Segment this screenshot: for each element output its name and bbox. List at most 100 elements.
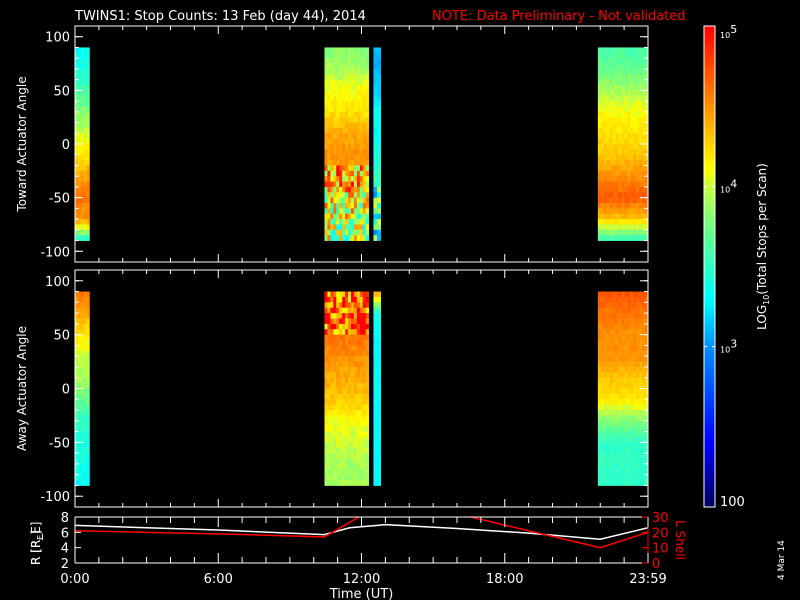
- heatmap-cell: [86, 176, 90, 182]
- heatmap-cell: [333, 458, 337, 465]
- heatmap-cell: [359, 127, 364, 134]
- heatmap-cell: [639, 117, 643, 123]
- heatmap-cell: [597, 318, 602, 325]
- colorbar-swatch: [704, 498, 715, 504]
- y-tick-label: 6: [61, 526, 69, 541]
- heatmap-cell: [351, 235, 355, 241]
- heatmap-cell: [359, 447, 364, 454]
- heatmap-cell: [345, 291, 349, 298]
- heatmap-cell: [345, 302, 349, 309]
- heatmap-cell: [77, 313, 82, 319]
- heatmap-cell: [606, 356, 611, 362]
- heatmap-cell: [342, 463, 346, 470]
- heatmap-cell: [336, 474, 340, 481]
- heatmap-cell: [348, 219, 352, 225]
- colorbar-tick-exponent: 4: [730, 177, 737, 190]
- heatmap-cell: [324, 307, 328, 314]
- heatmap-cell: [83, 144, 87, 150]
- heatmap-cell: [597, 361, 602, 368]
- heatmap-cell: [348, 453, 352, 459]
- heatmap-cell: [86, 68, 90, 75]
- colorbar-swatch: [704, 410, 715, 416]
- heatmap-cell: [639, 52, 643, 59]
- y-tick-label: 0: [62, 138, 70, 153]
- heatmap-cell: [83, 383, 87, 389]
- heatmap-cell: [600, 127, 605, 134]
- heatmap-cell: [603, 101, 608, 107]
- heatmap-cell: [356, 186, 361, 193]
- heatmap-cell: [359, 85, 364, 91]
- heatmap-cell: [615, 52, 619, 59]
- heatmap-cell: [348, 302, 352, 309]
- heatmap-cell: [345, 101, 349, 107]
- heatmap-cell: [600, 372, 605, 379]
- heatmap-cell: [365, 219, 370, 225]
- heatmap-cell: [80, 63, 84, 70]
- heatmap-cell: [324, 149, 328, 156]
- heatmap-cell: [630, 345, 634, 352]
- heatmap-cell: [333, 318, 337, 325]
- heatmap-cell: [86, 160, 90, 166]
- heatmap-cell: [615, 307, 619, 314]
- colorbar-swatch: [704, 46, 715, 51]
- heatmap-cell: [359, 154, 364, 161]
- heatmap-cell: [348, 431, 352, 438]
- heatmap-cell: [633, 458, 637, 465]
- heatmap-cell: [356, 458, 361, 465]
- heatmap-cell: [633, 474, 637, 481]
- heatmap-cell: [621, 415, 625, 422]
- heatmap-cell: [600, 154, 605, 161]
- heatmap-cell: [362, 436, 367, 443]
- heatmap-cell: [77, 219, 82, 225]
- heatmap-cell: [333, 480, 337, 486]
- heatmap-cell: [336, 186, 340, 193]
- heatmap-cell: [353, 329, 358, 336]
- preliminary-note: NOTE: Data Preliminary - Not validated: [432, 9, 686, 24]
- heatmap-cell: [615, 106, 619, 113]
- heatmap-cell: [348, 52, 352, 59]
- heatmap-cell: [351, 410, 355, 416]
- heatmap-cell: [642, 410, 646, 416]
- heatmap-cell: [342, 90, 346, 97]
- heatmap-cell: [636, 426, 640, 432]
- heatmap-cell: [365, 426, 370, 432]
- heatmap-cell: [336, 383, 340, 389]
- heatmap-cell: [348, 323, 352, 330]
- heatmap-cell: [342, 213, 346, 220]
- heatmap-cell: [377, 436, 381, 443]
- heatmap-cell: [377, 323, 381, 330]
- heatmap-cell: [373, 154, 378, 161]
- heatmap-cell: [327, 203, 331, 209]
- heatmap-cell: [609, 329, 614, 336]
- heatmap-cell: [633, 372, 637, 379]
- heatmap-cell: [77, 291, 82, 298]
- heatmap-cell: [330, 469, 334, 476]
- heatmap-cell: [342, 329, 346, 336]
- heatmap-cell: [359, 149, 364, 156]
- heatmap-cell: [336, 436, 340, 443]
- heatmap-cell: [615, 160, 619, 166]
- heatmap-cell: [333, 307, 337, 314]
- heatmap-cell: [373, 219, 378, 225]
- heatmap-cell: [633, 296, 637, 303]
- heatmap-cell: [630, 149, 634, 156]
- heatmap-cell: [600, 235, 605, 241]
- heatmap-cell: [83, 95, 87, 102]
- heatmap-cell: [353, 224, 358, 231]
- heatmap-cell: [377, 127, 381, 134]
- heatmap-cell: [86, 307, 90, 314]
- heatmap-cell: [624, 307, 628, 314]
- heatmap-cell: [362, 388, 367, 395]
- heatmap-cell: [609, 79, 614, 86]
- heatmap-cell: [377, 203, 381, 209]
- heatmap-cell: [615, 431, 619, 438]
- heatmap-cell: [324, 117, 328, 123]
- heatmap-cell: [86, 302, 90, 309]
- heatmap-cell: [597, 235, 602, 241]
- heatmap-cell: [612, 291, 616, 298]
- heatmap-cell: [365, 68, 370, 75]
- heatmap-cell: [86, 90, 90, 97]
- heatmap-cell: [636, 442, 640, 449]
- heatmap-cell: [345, 399, 349, 406]
- heatmap-cell: [336, 377, 340, 384]
